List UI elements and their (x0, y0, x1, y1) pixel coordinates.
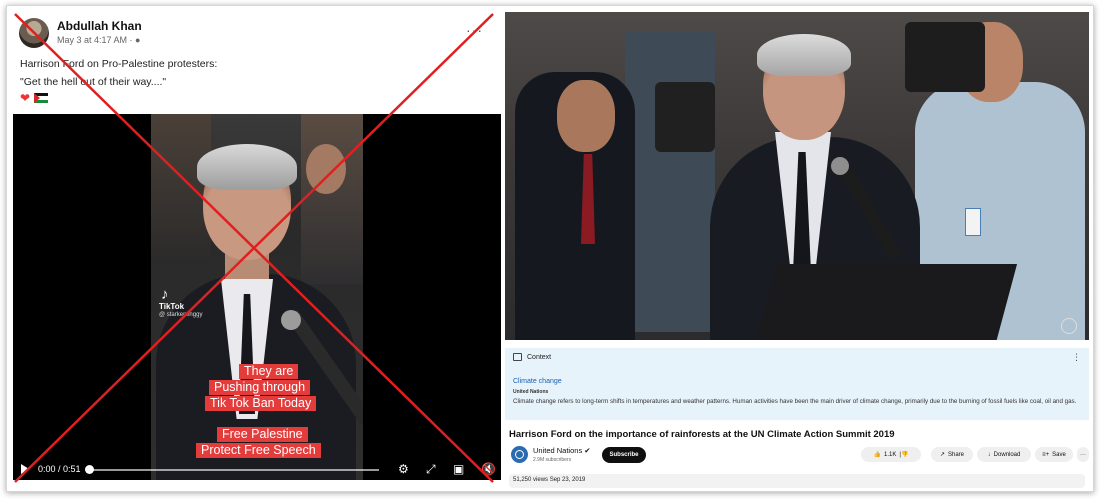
context-topic-link[interactable]: Climate change (513, 378, 562, 385)
avatar[interactable] (19, 18, 49, 48)
download-button[interactable]: ↓ Download (977, 447, 1031, 462)
video-frame (151, 114, 363, 480)
seek-handle[interactable] (85, 465, 94, 474)
post-date[interactable]: May 3 at 4:17 AM · ● (57, 35, 140, 45)
comparison-image: Abdullah Khan May 3 at 4:17 AM · ● ··· H… (6, 5, 1094, 492)
download-icon: ↓ (987, 451, 991, 458)
channel-name[interactable]: United Nations ✔ (533, 446, 591, 455)
context-source: United Nations (513, 389, 549, 395)
info-panel-icon (513, 353, 522, 361)
thumbs-up-icon: 👍 (873, 452, 882, 458)
palestine-flag-icon (34, 93, 48, 103)
video-caption: Free Palestine (217, 427, 308, 442)
post-emoji: ❤ (20, 92, 48, 104)
expand-icon[interactable]: ⤢ (426, 462, 436, 477)
video-description-box[interactable]: 51,250 views Sep 23, 2019 (509, 474, 1085, 488)
picture-in-picture-icon[interactable]: ▣ (453, 462, 464, 476)
video-time: 0:00 / 0:51 (38, 464, 81, 474)
subscribe-button[interactable]: Subscribe (602, 447, 646, 463)
subscriber-count: 2.9M subscribers (533, 457, 572, 463)
mute-icon[interactable]: 🔇 (481, 462, 496, 476)
share-label: Share (948, 451, 965, 458)
context-label: Context (527, 353, 552, 361)
facebook-post: Abdullah Khan May 3 at 4:17 AM · ● ··· H… (7, 6, 501, 491)
seek-bar[interactable] (89, 469, 379, 471)
context-body: Climate change refers to long-term shift… (513, 398, 1077, 405)
channel-avatar[interactable] (511, 446, 528, 463)
save-playlist-icon: ≡+ (1042, 451, 1050, 458)
youtube-page: Context ⋮ Climate change United Nations … (505, 12, 1089, 490)
video-caption: Pushing through (209, 380, 311, 395)
tiktok-watermark: TikTok (159, 302, 185, 311)
share-icon: ↗ (939, 452, 945, 458)
play-icon[interactable] (21, 464, 29, 474)
settings-gear-icon[interactable]: ⚙ (398, 462, 409, 476)
un-logo-icon (1061, 318, 1077, 334)
video-controls: 0:00 / 0:51 ⚙ ⤢ ▣ 🔇 (13, 460, 501, 480)
context-header: Context (513, 353, 551, 361)
context-panel: Context ⋮ Climate change United Nations … (505, 348, 1089, 420)
more-actions-icon[interactable]: ··· (1077, 447, 1089, 462)
video-caption: Protect Free Speech (196, 443, 321, 458)
share-button[interactable]: ↗ Share (931, 447, 973, 462)
tiktok-logo-icon: ♪ (161, 286, 169, 303)
like-count: 1.1K (884, 451, 897, 458)
download-label: Download (993, 451, 1021, 458)
post-author[interactable]: Abdullah Khan (57, 19, 142, 33)
more-dots-icon[interactable]: ··· (466, 22, 483, 38)
video-caption: Tik Tok Ban Today (205, 396, 317, 411)
post-video[interactable]: ♪ TikTok @ starkenfinggy They are Pushin… (13, 114, 501, 480)
thumbs-down-icon: |👎 (899, 452, 909, 458)
video-title: Harrison Ford on the importance of rainf… (509, 429, 895, 440)
post-text-line1: Harrison Ford on Pro-Palestine protester… (20, 58, 218, 70)
post-text-line2: "Get the hell out of their way...." (20, 76, 167, 88)
view-stats: 51,250 views Sep 23, 2019 (513, 477, 586, 483)
heart-icon: ❤ (20, 90, 31, 105)
like-dislike-button[interactable]: 👍 1.1K |👎 (861, 447, 921, 462)
youtube-video[interactable] (505, 12, 1089, 340)
context-more-icon[interactable]: ⋮ (1072, 352, 1081, 363)
post-header: Abdullah Khan May 3 at 4:17 AM · ● ··· (19, 18, 489, 54)
save-button[interactable]: ≡+ Save (1035, 447, 1073, 462)
tiktok-username: @ starkenfinggy (159, 312, 203, 318)
save-label: Save (1052, 451, 1066, 458)
video-caption: They are (239, 364, 299, 379)
